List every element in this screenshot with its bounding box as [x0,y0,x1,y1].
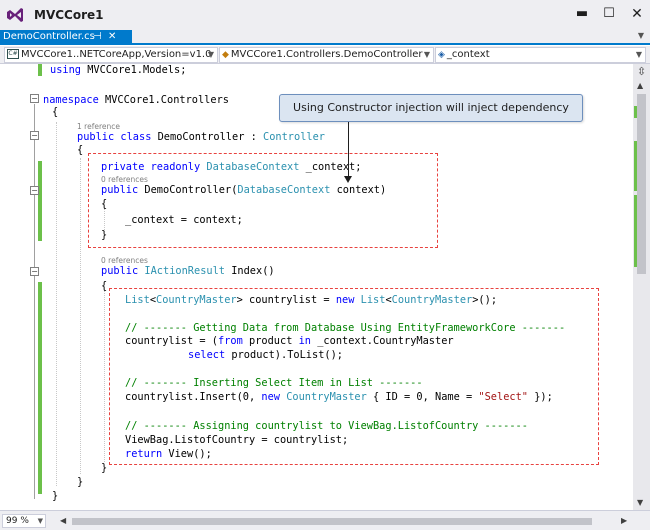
horizontal-scroll-thumb[interactable] [72,518,592,525]
callout-arrow [348,122,349,180]
visual-studio-logo-icon [7,8,23,22]
code-line: } [101,462,108,474]
type-dropdown-value: MVCCore1.Controllers.DemoController [230,49,423,60]
collapse-method-icon[interactable]: − [30,267,39,276]
code-line: { [77,144,84,156]
code-line: { [52,106,59,118]
indent-guide [80,158,81,474]
navigation-bar: C# MVCCore1..NETCoreApp,Version=v1.0 ▼ ◆ M… [0,46,650,64]
tab-close-icon[interactable]: ✕ [108,30,116,44]
code-line: } [77,476,84,488]
collapse-namespace-icon[interactable]: − [30,94,39,103]
window-title: MVCCore1 [34,8,104,22]
indent-guide [104,290,105,462]
scroll-down-icon[interactable]: ▼ [637,498,643,507]
codelens-references[interactable]: 0 references [101,256,148,265]
callout-annotation: Using Constructor injection will inject … [279,94,583,122]
chevron-down-icon: ▼ [207,50,214,59]
method-annotation-box [109,288,599,465]
tab-democontroller[interactable]: DemoController.cs ⊣ ✕ [0,30,132,45]
change-indicator [38,64,42,76]
code-editor[interactable]: − − − − using MVCCore1.Models; namespace… [0,64,633,510]
code-line: public class DemoController : Controller [77,131,325,143]
code-line: } [52,490,59,502]
change-marker [634,106,637,118]
zoom-dropdown[interactable]: 99 % ▼ [2,514,46,528]
code-line: public IActionResult Index() [101,265,275,277]
code-line: namespace MVCCore1.Controllers [43,94,229,106]
pin-icon[interactable]: ⊣ [93,30,102,44]
scroll-right-icon[interactable]: ▶ [621,516,627,525]
project-dropdown[interactable]: C# MVCCore1..NETCoreApp,Version=v1.0 ▼ [4,47,218,63]
minimize-button[interactable]: ▬ [571,4,593,24]
chevron-down-icon: ▼ [37,517,43,525]
scroll-left-icon[interactable]: ◀ [60,516,66,525]
project-dropdown-value: MVCCore1..NETCoreApp,Version=v1.0 [21,49,212,60]
editor-bottom-bar: 99 % ▼ ◀ ▶ [0,510,650,530]
constructor-annotation-box [88,153,438,248]
csharp-project-icon: C# [7,49,19,59]
tab-label: DemoController.cs [3,31,95,42]
type-dropdown[interactable]: ◆ MVCCore1.Controllers.DemoController ▼ [219,47,434,63]
scroll-up-icon[interactable]: ▲ [637,81,643,90]
class-icon: ◆ [222,50,229,60]
maximize-button[interactable]: ☐ [598,4,620,24]
member-dropdown[interactable]: ◈ _context ▼ [435,47,646,63]
code-line: using MVCCore1.Models; [50,64,187,76]
title-bar: MVCCore1 ▬ ☐ ✕ [0,0,650,30]
vertical-scroll-thumb[interactable] [637,94,646,274]
change-indicator [38,161,42,241]
collapse-constructor-icon[interactable]: − [30,186,39,195]
vertical-scrollbar[interactable]: ⇳ ▲ ▼ [633,64,650,510]
chevron-down-icon: ▼ [423,50,430,59]
arrow-head-icon [344,176,352,183]
member-dropdown-value: _context [446,49,490,60]
chevron-down-icon: ▼ [635,50,642,59]
document-tab-strip: DemoController.cs ⊣ ✕ ▼ [0,30,650,45]
collapse-class-icon[interactable]: − [30,131,39,140]
close-window-button[interactable]: ✕ [626,4,648,24]
split-window-icon[interactable]: ⇳ [636,66,647,77]
change-marker [634,141,637,191]
indent-guide [56,122,57,486]
outline-line [34,104,35,499]
change-indicator [38,282,42,494]
zoom-value: 99 % [6,516,29,526]
field-icon: ◈ [438,50,445,60]
tab-list-dropdown-icon[interactable]: ▼ [638,31,644,40]
change-marker [634,195,637,267]
codelens-references[interactable]: 1 reference [77,122,120,131]
code-line: { [101,280,108,292]
